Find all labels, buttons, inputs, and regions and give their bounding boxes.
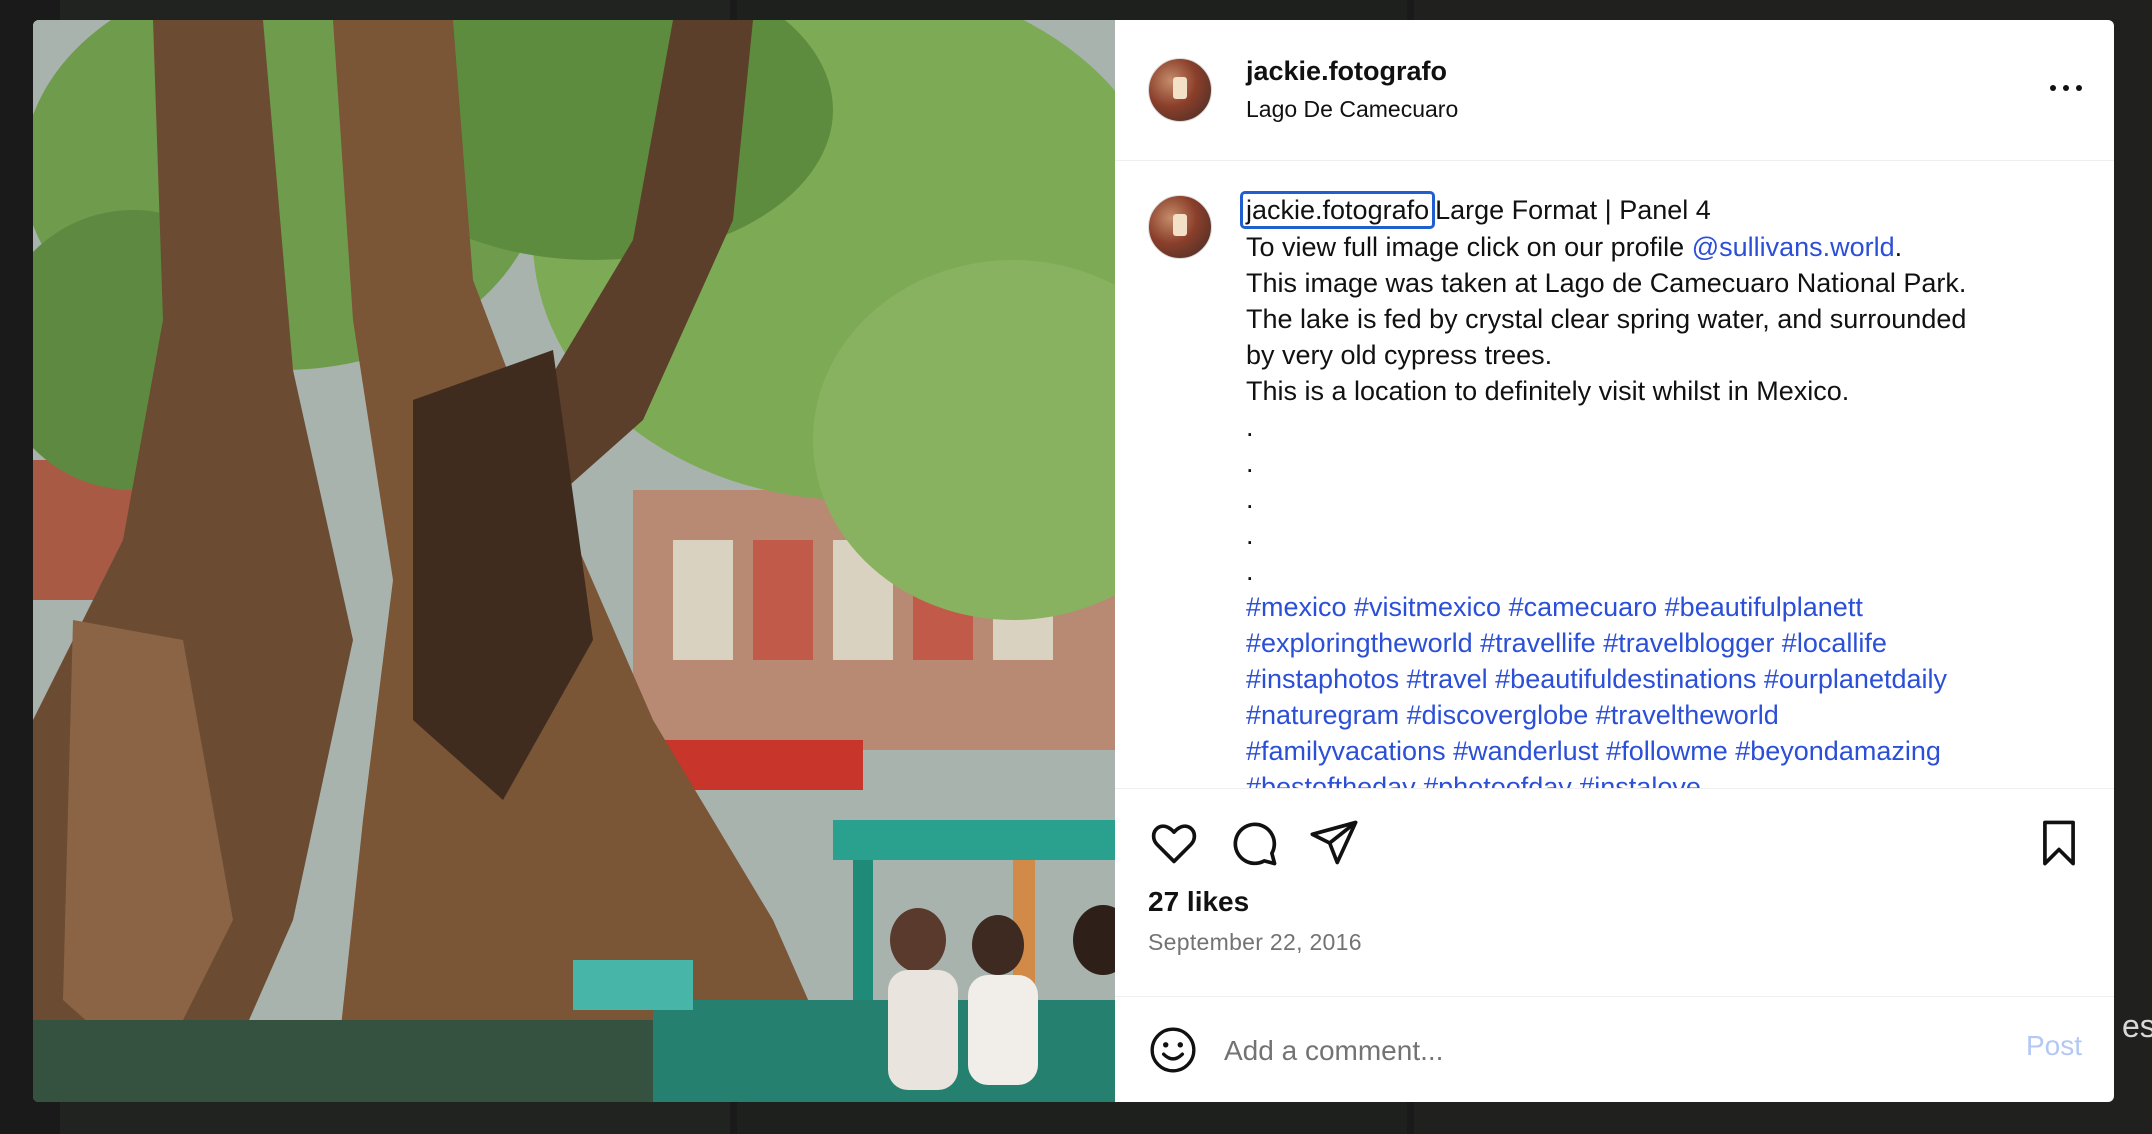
post-date[interactable]: September 22, 2016 (1148, 929, 1362, 956)
caption-line: To view full image click on our profile … (1246, 229, 2066, 265)
bookmark-icon[interactable] (2033, 817, 2085, 869)
hashtag-line[interactable]: #mexico #visitmexico #camecuaro #beautif… (1246, 589, 2066, 625)
caption-dot: . (1246, 484, 1254, 514)
hashtag-line[interactable]: #bestoftheday #photoofday #instalove (1246, 769, 2066, 788)
caption-title: Large Format | Panel 4 (1435, 195, 1711, 225)
author-avatar[interactable] (1148, 58, 1212, 122)
mention-link[interactable]: @sullivans.world (1692, 232, 1895, 262)
post-header: jackie.fotografo Lago De Camecuaro (1115, 20, 2114, 161)
caption-line: The lake is fed by crystal clear spring … (1246, 304, 1967, 334)
background-edge-text: es (2122, 1008, 2152, 1044)
comment-input[interactable] (1222, 1029, 1966, 1073)
caption-line: This image was taken at Lago de Camecuar… (1246, 268, 1967, 298)
caption-text: jackie.fotografo Large Format | Panel 4 T… (1240, 191, 2066, 788)
caption-section[interactable]: jackie.fotografo Large Format | Panel 4 T… (1115, 161, 2114, 789)
photo-illustration (33, 20, 1115, 1102)
more-options-icon[interactable] (2036, 68, 2096, 108)
caption-text-segment: . (1894, 232, 1903, 262)
hashtag-line[interactable]: #exploringtheworld #travellife #travelbl… (1246, 625, 2066, 661)
post-photo[interactable] (33, 20, 1115, 1102)
caption-username-link[interactable]: jackie.fotografo (1240, 191, 1436, 229)
caption-line: This is a location to definitely visit w… (1246, 376, 1850, 406)
hashtag-line[interactable]: #naturegram #discoverglobe #travelthewor… (1246, 697, 2066, 733)
caption-dot: . (1246, 556, 1254, 586)
author-username[interactable]: jackie.fotografo (1246, 56, 1447, 87)
comment-icon[interactable] (1228, 817, 1280, 869)
hashtag-line[interactable]: #familyvacations #wanderlust #followme #… (1246, 733, 2066, 769)
post-location[interactable]: Lago De Camecuaro (1246, 96, 1458, 123)
caption-avatar[interactable] (1148, 195, 1212, 259)
caption-dot: . (1246, 448, 1254, 478)
post-modal: jackie.fotografo Lago De Camecuaro jacki… (33, 20, 2114, 1102)
caption-text-segment: To view full image click on our profile (1246, 232, 1692, 262)
heart-icon[interactable] (1148, 817, 1200, 869)
comment-bar: Post (1115, 996, 2114, 1102)
post-comment-button[interactable]: Post (2026, 1030, 2082, 1062)
caption-dot: . (1246, 412, 1254, 442)
post-side-panel: jackie.fotografo Lago De Camecuaro jacki… (1115, 20, 2114, 1102)
likes-count[interactable]: 27 likes (1148, 886, 1249, 918)
caption-line: jackie.fotografo Large Format | Panel 4 (1240, 191, 2066, 229)
post-actions: 27 likes September 22, 2016 (1115, 789, 2114, 955)
hashtag-line[interactable]: #instaphotos #travel #beautifuldestinati… (1246, 661, 2066, 697)
smiley-icon[interactable] (1148, 1025, 1198, 1075)
caption-dot: . (1246, 520, 1254, 550)
send-icon[interactable] (1308, 817, 1360, 869)
caption-line: by very old cypress trees. (1246, 340, 1553, 370)
